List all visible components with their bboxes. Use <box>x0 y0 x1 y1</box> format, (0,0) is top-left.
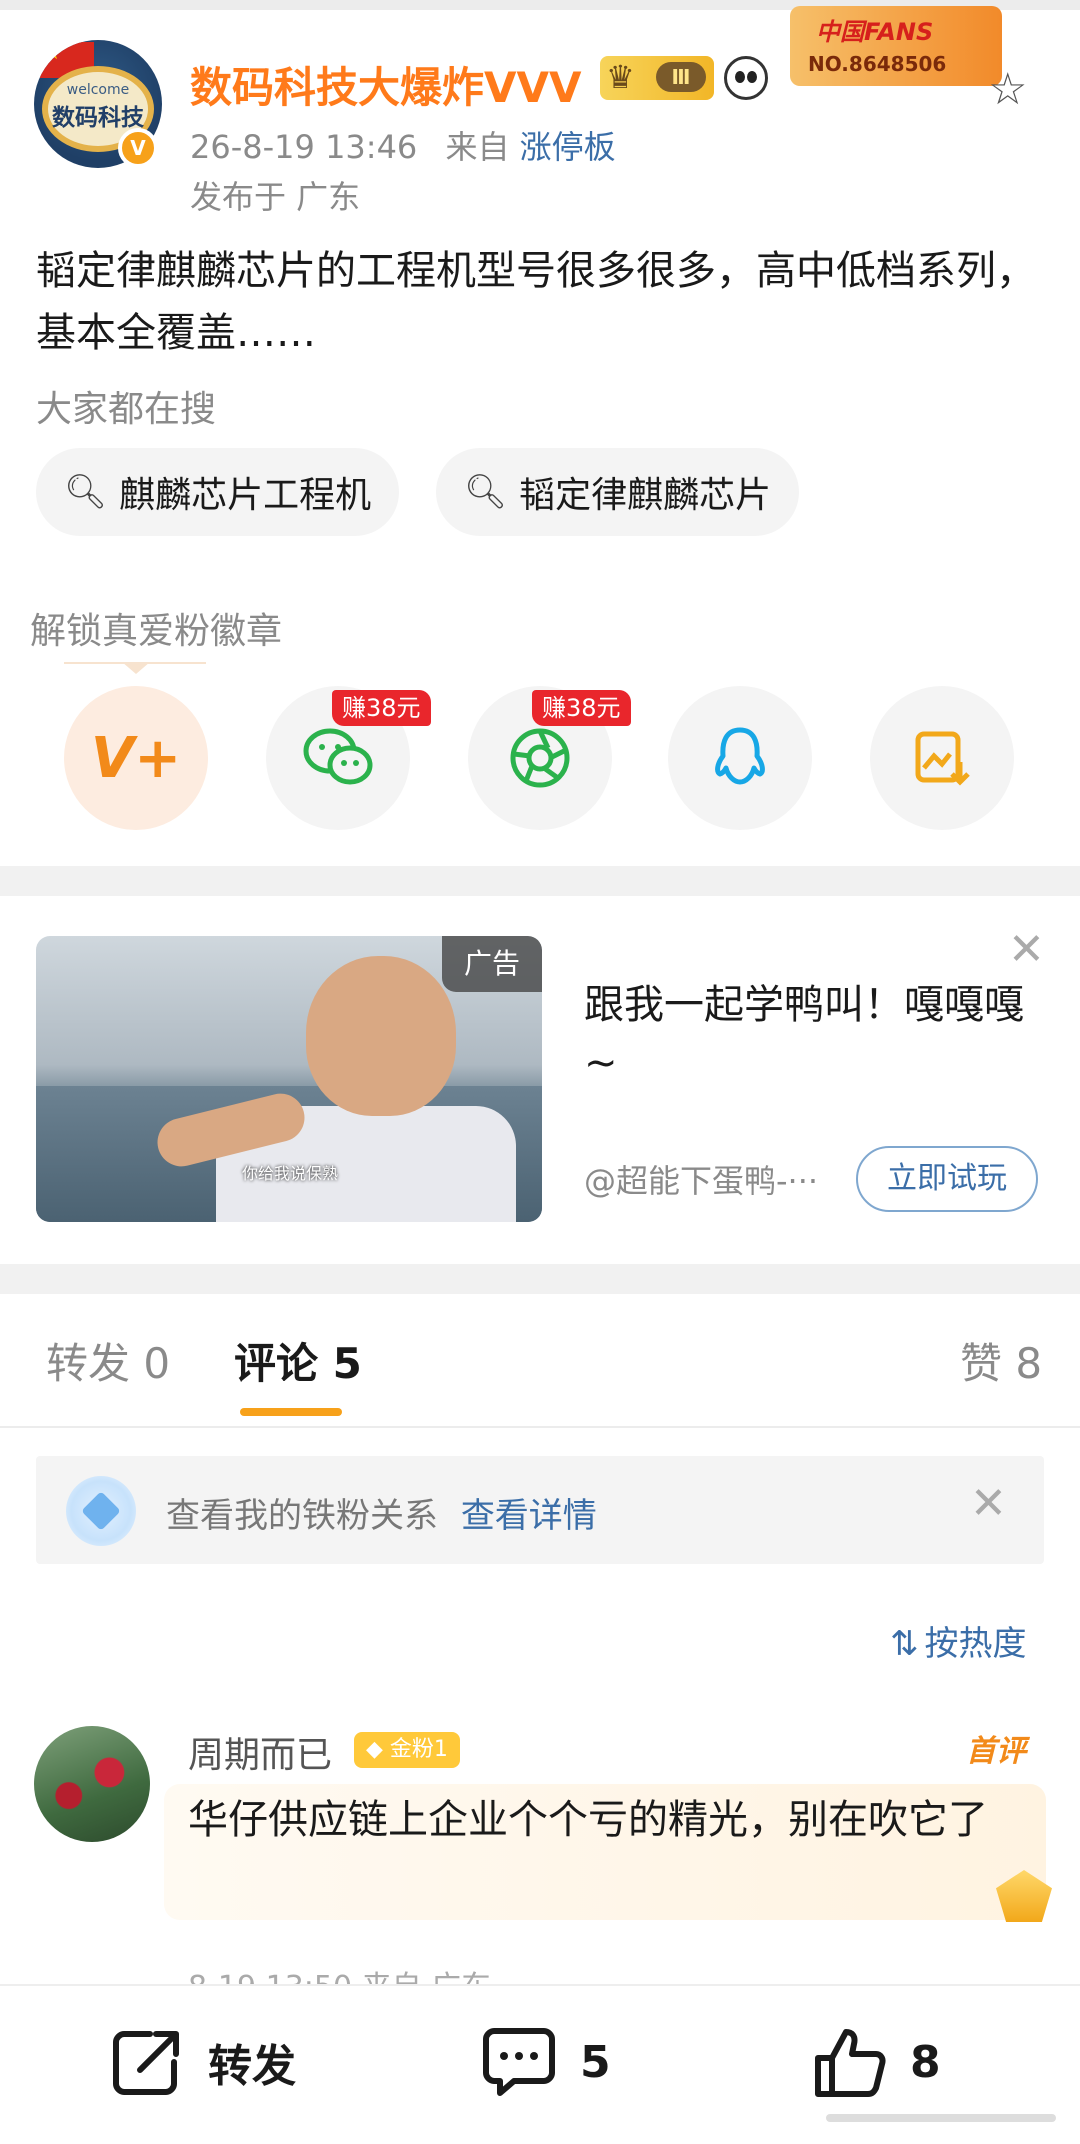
fans-card-label: 中国FANS <box>816 18 934 46</box>
section-divider <box>0 1264 1080 1294</box>
close-icon[interactable]: ✕ <box>970 1478 1007 1529</box>
member-level-badge[interactable]: ♛ Ⅲ <box>600 56 714 100</box>
like-count: 8 <box>910 2036 941 2088</box>
avatar-welcome-text: welcome <box>66 82 130 98</box>
favorite-star-icon[interactable]: ☆ <box>988 64 1027 115</box>
sort-label: 按热度 <box>924 1624 1027 1664</box>
search-chip[interactable]: 🔍︎ 韬定律麒麟芯片 <box>436 448 800 536</box>
diamond-icon <box>66 1476 136 1546</box>
search-icon: 🔍︎ <box>464 472 508 512</box>
tab-likes[interactable]: 赞 8 <box>960 1330 1042 1391</box>
repost-button[interactable]: 转发 <box>110 2026 296 2098</box>
try-now-button[interactable]: 立即试玩 <box>856 1146 1038 1212</box>
commenter-name[interactable]: 周期而已 <box>188 1726 332 1778</box>
share-qq-button[interactable] <box>668 686 812 830</box>
fan-level-badge: ◆ 金粉1 <box>354 1732 460 1768</box>
post-source-link[interactable]: 涨停板 <box>520 128 616 166</box>
unlock-badge-title: 解锁真爱粉徽章 <box>30 611 283 652</box>
sort-icon: ⇅ <box>890 1624 919 1664</box>
member-level-text: Ⅲ <box>656 62 706 92</box>
comment-count: 5 <box>580 2036 611 2088</box>
active-tab-indicator <box>240 1408 342 1416</box>
tab-repost[interactable]: 转发 0 <box>46 1330 170 1391</box>
panda-icon[interactable] <box>724 56 768 100</box>
comment-bubble-icon <box>483 2028 555 2096</box>
like-button[interactable]: 8 <box>812 2026 941 2098</box>
gem-icon: ◆ <box>366 1737 390 1762</box>
ad-image[interactable]: 你给我说保熟 广告 <box>36 936 542 1222</box>
avatar-title-text: 数码科技 <box>52 105 144 131</box>
v-plus-icon: V+ <box>90 725 182 791</box>
close-icon[interactable]: ✕ <box>1008 924 1045 975</box>
save-image-icon <box>915 731 970 786</box>
earn-reward-tag: 赚38元 <box>332 690 431 726</box>
home-indicator[interactable] <box>826 2114 1056 2122</box>
search-chip-label: 韬定律麒麟芯片 <box>519 475 772 516</box>
post-meta: 26-8-19 13:46 来自 涨停板 <box>190 122 616 168</box>
comment-button[interactable]: 5 <box>480 2026 611 2098</box>
share-weibo-button[interactable]: V+ <box>64 686 208 830</box>
thumbs-up-icon <box>815 2029 886 2097</box>
ad-source: @超能下蛋鸭-··· <box>584 1162 819 1200</box>
unlock-pointer-caret <box>122 662 150 674</box>
section-divider <box>0 866 1080 896</box>
post-from-label: 来自 <box>445 128 510 166</box>
sort-by-hot-button[interactable]: ⇅ 按热度 <box>890 1616 1027 1665</box>
fan-level-label: 金粉1 <box>389 1737 448 1762</box>
fans-card[interactable]: 中国FANS NO.8648506 <box>790 6 1002 86</box>
tab-comments[interactable]: 评论 5 <box>234 1330 362 1391</box>
wechat-icon <box>303 728 373 785</box>
earn-reward-tag: 赚38元 <box>532 690 631 726</box>
share-arrow-icon <box>113 2031 179 2095</box>
first-comment-tag: 首评 <box>966 1734 1026 1769</box>
ad-figure-head <box>306 956 456 1116</box>
view-details-link[interactable]: 查看详情 <box>461 1496 597 1536</box>
moments-shutter-icon <box>510 728 570 788</box>
qq-icon <box>715 727 765 785</box>
post-body: 韬定律麒麟芯片的工程机型号很多很多，高中低档系列，基本全覆盖…… <box>36 248 1036 356</box>
fans-relation-text: 查看我的铁粉关系 查看详情 <box>166 1488 597 1537</box>
commenter-avatar[interactable] <box>34 1726 150 1842</box>
fans-relation-label: 查看我的铁粉关系 <box>166 1496 438 1536</box>
crown-icon: ♛ <box>606 58 635 96</box>
verified-icon: V <box>118 128 158 168</box>
ad-title[interactable]: 跟我一起学鸭叫！嘎嘎嘎~ <box>584 976 1054 1092</box>
ad-label: 广告 <box>442 936 542 992</box>
search-chip-label: 麒麟芯片工程机 <box>119 475 372 516</box>
post-datetime: 26-8-19 13:46 <box>190 128 418 166</box>
post-location: 发布于 广东 <box>190 178 361 216</box>
comment-text: 华仔供应链上企业个个亏的精光，别在吹它了 <box>188 1797 988 1843</box>
author-name[interactable]: 数码科技大爆炸VVV <box>190 54 582 115</box>
ad-caption: 你给我说保熟 <box>242 1164 339 1183</box>
tab-divider <box>0 1426 1080 1428</box>
search-chip[interactable]: 🔍︎ 麒麟芯片工程机 <box>36 448 400 536</box>
hot-search-title: 大家都在搜 <box>36 389 217 430</box>
save-image-button[interactable] <box>870 686 1014 830</box>
fans-card-number: NO.8648506 <box>808 52 947 76</box>
search-icon: 🔍︎ <box>64 472 108 512</box>
repost-label: 转发 <box>208 2041 296 2092</box>
